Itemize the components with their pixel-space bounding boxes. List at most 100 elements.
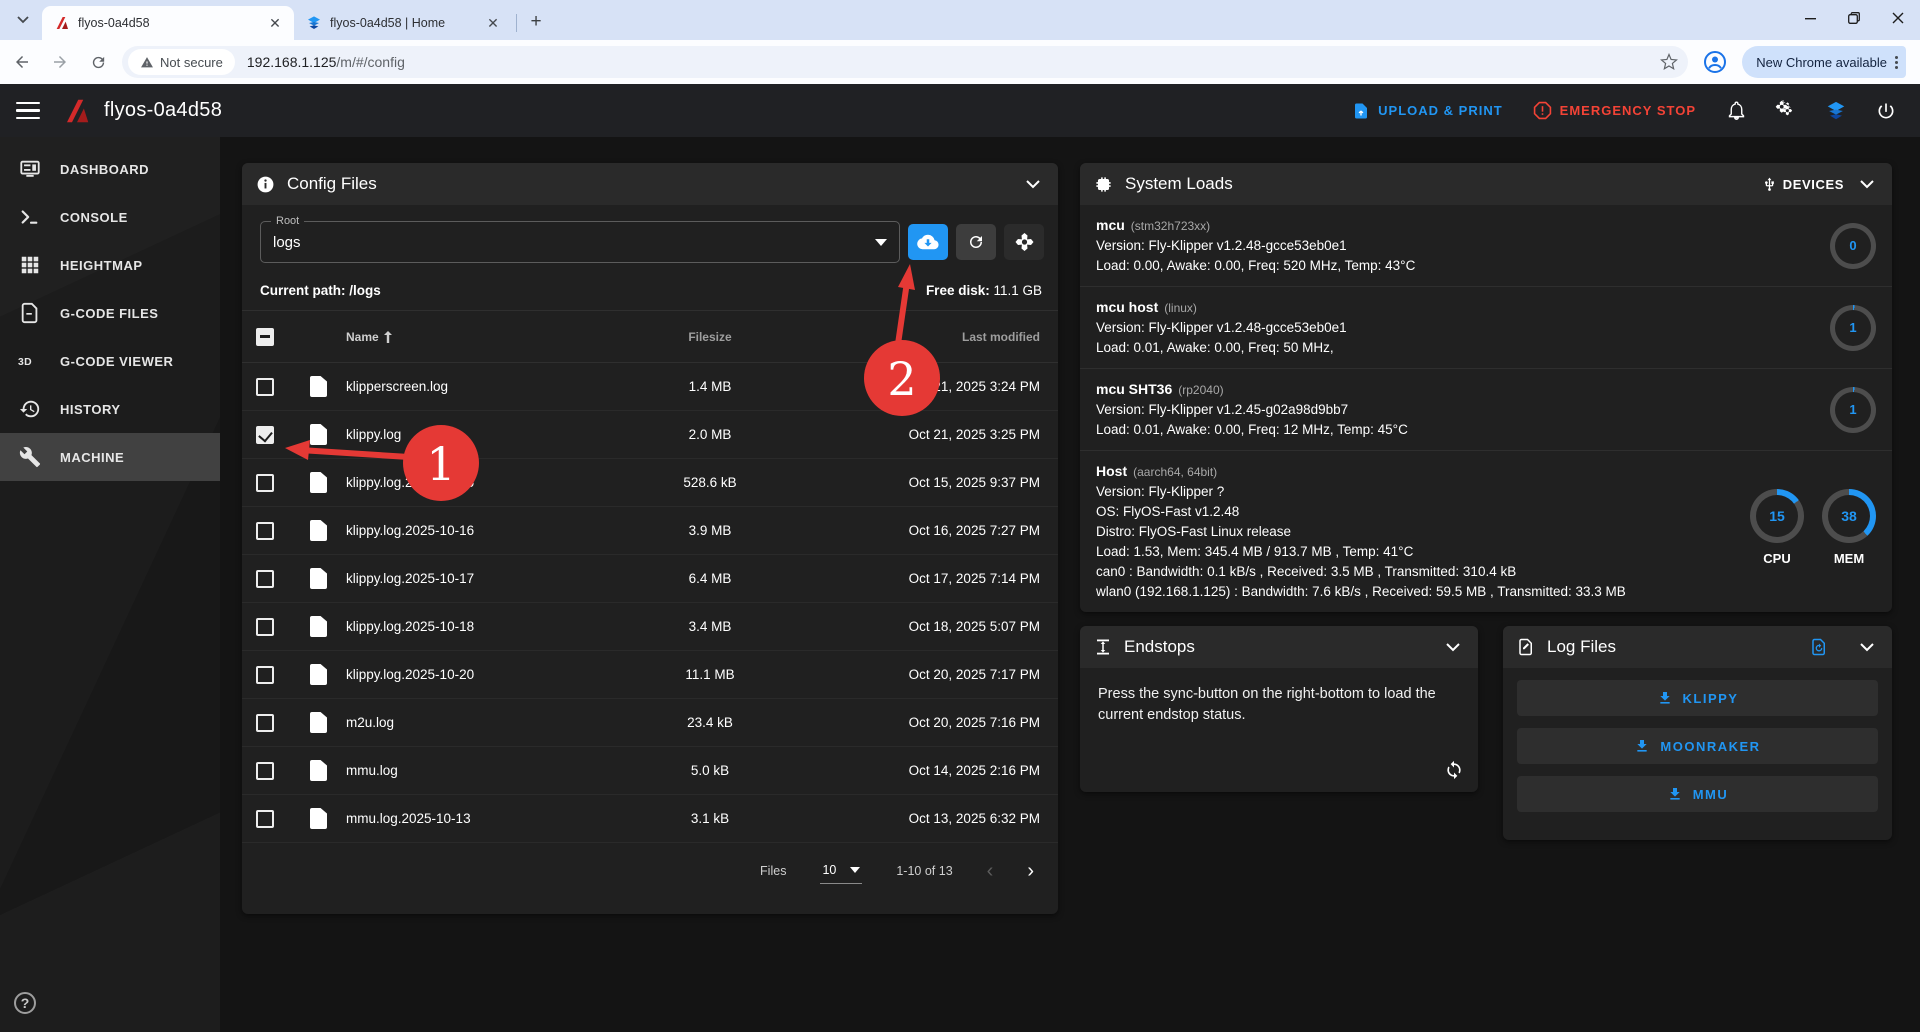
download-mmu-button[interactable]: MMU [1517,776,1878,812]
root-select[interactable]: Root logs [260,221,900,263]
table-row[interactable]: klippy.log.2025-10-18 3.4 MB Oct 18, 202… [242,603,1058,651]
root-select-label: Root [271,215,304,227]
sidebar-item-console[interactable]: CONSOLE [0,193,220,241]
sidebar-item-dashboard[interactable]: DASHBOARD [0,145,220,193]
collapse-chevron-icon[interactable] [1856,636,1878,658]
usb-icon [1762,177,1777,192]
mcu-chip: (stm32h723xx) [1131,219,1210,233]
row-checkbox[interactable] [256,762,274,780]
table-row[interactable]: mmu.log 5.0 kB Oct 14, 2025 2:16 PM [242,747,1058,795]
endstop-icon [1094,638,1112,656]
sidebar: DASHBOARD CONSOLE HEIGHTMAP G-CODE FILES… [0,137,220,1032]
endstops-header[interactable]: Endstops [1080,626,1478,668]
forward-icon[interactable] [44,46,76,78]
collapse-chevron-icon[interactable] [1442,636,1464,658]
table-row[interactable]: klippy.log.2025-10-16 3.9 MB Oct 16, 202… [242,507,1058,555]
system-loads-header[interactable]: System Loads DEVICES [1080,163,1892,205]
next-page-icon[interactable]: › [1027,860,1034,883]
table-row[interactable]: klipperscreen.log 1.4 MB Oct 21, 2025 3:… [242,363,1058,411]
file-modified: Oct 21, 2025 3:24 PM [798,379,1040,394]
file-size: 528.6 kB [622,475,798,490]
mcu-load-gauge: 1 [1830,305,1876,351]
endstops-panel: Endstops Press the sync-button on the ri… [1080,626,1478,792]
per-page-select[interactable]: 10 [820,859,862,884]
sidebar-item-gcode-viewer[interactable]: 3D G-CODE VIEWER [0,337,220,385]
devices-button[interactable]: DEVICES [1762,177,1844,192]
panel-title: System Loads [1125,174,1233,194]
history-icon [18,397,42,421]
tab-flyos[interactable]: flyos-0a4d58 ✕ [42,6,294,40]
file-modified: Oct 17, 2025 7:14 PM [798,571,1040,586]
tab-search-icon[interactable] [6,4,40,36]
reload-icon[interactable] [82,46,114,78]
table-row[interactable]: m2u.log 23.4 kB Oct 20, 2025 7:16 PM [242,699,1058,747]
menu-icon[interactable] [16,102,40,120]
mcu-version: Version: Fly-Klipper v1.2.48-gcce53eb0e1 [1096,318,1830,338]
collapse-chevron-icon[interactable] [1856,173,1878,195]
tab-title: flyos-0a4d58 | Home [330,16,476,30]
table-row[interactable]: klippy.log.2025-10-17 6.4 MB Oct 17, 202… [242,555,1058,603]
gcode-files-icon [18,301,42,325]
close-window-button[interactable] [1876,0,1920,36]
help-button[interactable]: ? [14,992,36,1014]
chrome-update-pill[interactable]: New Chrome available [1742,46,1906,78]
emergency-stop-button[interactable]: EMERGENCY STOP [1523,95,1706,126]
back-icon[interactable] [6,46,38,78]
log-files-header[interactable]: Log Files [1503,626,1892,668]
table-row[interactable]: klippy.log 2.0 MB Oct 21, 2025 3:25 PM [242,411,1058,459]
sidebar-item-gcode-files[interactable]: G-CODE FILES [0,289,220,337]
mcu-load-gauge: 0 [1830,223,1876,269]
row-checkbox[interactable] [256,570,274,588]
tab-close-icon[interactable]: ✕ [266,14,284,32]
file-modified: Oct 21, 2025 3:25 PM [798,427,1040,442]
table-row[interactable]: klippy.log.2025-10-20 11.1 MB Oct 20, 20… [242,651,1058,699]
mcu-version: Version: Fly-Klipper v1.2.48-gcce53eb0e1 [1096,236,1830,256]
minimize-button[interactable] [1788,0,1832,36]
column-name[interactable]: Name [346,330,622,344]
row-checkbox[interactable] [256,618,274,636]
table-row[interactable]: mmu.log.2025-10-13 3.1 kB Oct 13, 2025 6… [242,795,1058,843]
upload-print-button[interactable]: UPLOAD & PRINT [1342,96,1513,126]
download-klippy-button[interactable]: KLIPPY [1517,680,1878,716]
row-checkbox[interactable] [256,426,274,444]
power-icon[interactable] [1866,91,1906,131]
gear-icon [1014,232,1034,252]
row-checkbox[interactable] [256,810,274,828]
collapse-chevron-icon[interactable] [1022,173,1044,195]
bookmark-star-icon[interactable] [1660,53,1678,71]
select-all-checkbox[interactable] [256,328,274,346]
download-moonraker-button[interactable]: MOONRAKER [1517,728,1878,764]
row-checkbox[interactable] [256,378,274,396]
browser-menu-icon[interactable] [1895,56,1898,69]
row-checkbox[interactable] [256,714,274,732]
not-secure-chip[interactable]: Not secure [128,49,235,75]
row-checkbox[interactable] [256,666,274,684]
profile-icon[interactable] [1698,45,1732,79]
mcu-version: Version: Fly-Klipper v1.2.45-g02a98d9bb7 [1096,400,1830,420]
column-last-modified[interactable]: Last modified [798,330,1040,344]
cloud-download-button[interactable] [908,224,948,260]
tab-flyos-home[interactable]: flyos-0a4d58 | Home ✕ [294,6,512,40]
row-checkbox[interactable] [256,474,274,492]
sidebar-item-machine[interactable]: MACHINE [0,433,220,481]
tab-close-icon[interactable]: ✕ [484,14,502,32]
sidebar-item-heightmap[interactable]: HEIGHTMAP [0,241,220,289]
new-tab-button[interactable]: + [523,9,549,35]
config-files-header[interactable]: Config Files [242,163,1058,205]
refresh-button[interactable] [956,224,996,260]
browser-toolbar: Not secure 192.168.1.125/m/#/config New … [0,40,1920,84]
address-bar[interactable]: Not secure 192.168.1.125/m/#/config [122,46,1688,78]
sidebar-item-history[interactable]: HISTORY [0,385,220,433]
layers-icon[interactable] [1816,91,1856,131]
file-size: 2.0 MB [622,427,798,442]
prev-page-icon[interactable]: ‹ [987,860,994,883]
notifications-bell-icon[interactable] [1716,91,1756,131]
file-refresh-icon[interactable] [1808,636,1830,658]
restore-button[interactable] [1832,0,1876,36]
table-row[interactable]: klippy.log.2025-10-15 528.6 kB Oct 15, 2… [242,459,1058,507]
sync-button[interactable] [1444,760,1464,780]
settings-gears-icon[interactable] [1766,91,1806,131]
file-settings-button[interactable] [1004,224,1044,260]
column-filesize[interactable]: Filesize [622,330,798,344]
row-checkbox[interactable] [256,522,274,540]
